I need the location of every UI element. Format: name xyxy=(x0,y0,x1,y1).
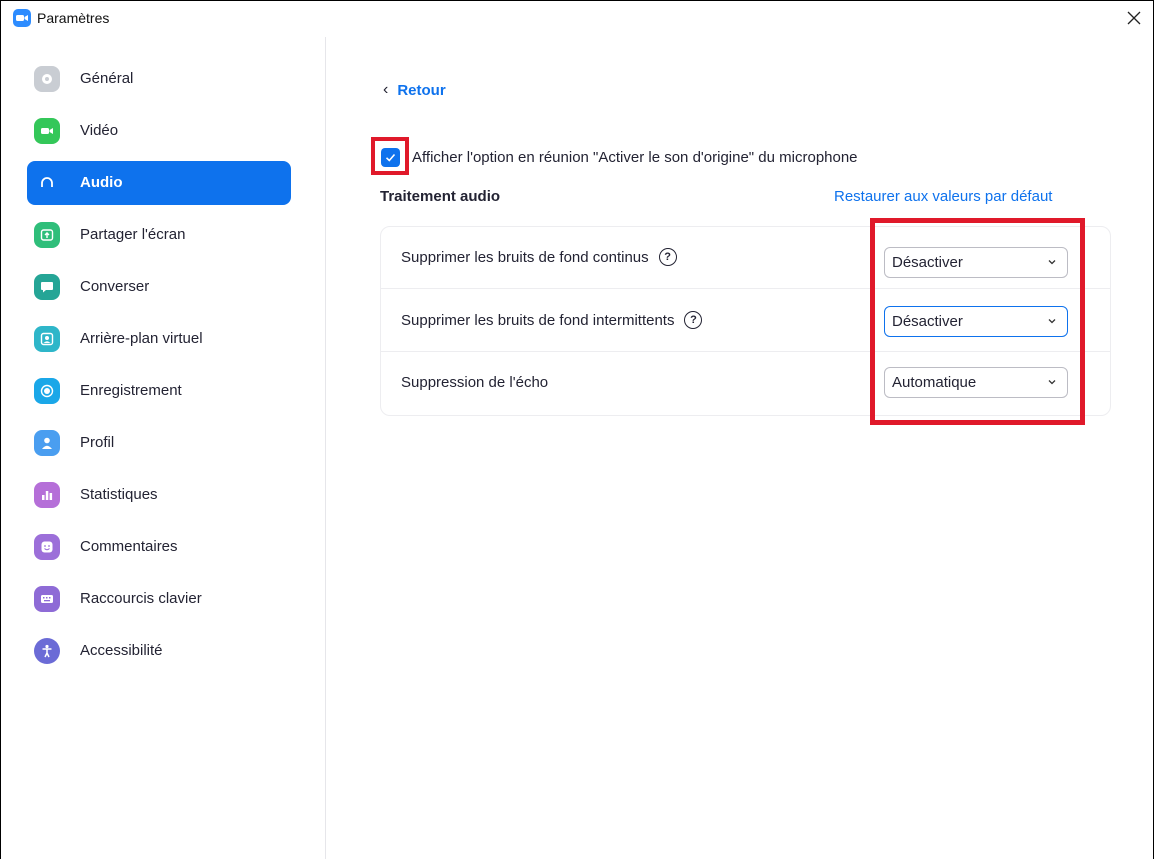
settings-sidebar: Général Vidéo Audio Partager l'écran Con xyxy=(2,37,326,859)
sidebar-item-label: Enregistrement xyxy=(80,382,182,399)
restore-defaults-link[interactable]: Restaurer aux valeurs par défaut xyxy=(834,188,1052,205)
sidebar-item-label: Arrière-plan virtuel xyxy=(80,330,203,347)
back-label: Retour xyxy=(397,81,446,99)
setting-label: Suppression de l'écho xyxy=(401,374,548,391)
sidebar-item-label: Accessibilité xyxy=(80,642,163,659)
sidebar-item-label: Général xyxy=(80,70,134,87)
close-button[interactable] xyxy=(1123,7,1145,29)
original-sound-checkbox-label: Afficher l'option en réunion "Activer le… xyxy=(412,149,858,166)
keyboard-icon xyxy=(34,586,60,612)
chat-icon xyxy=(34,274,60,300)
sidebar-item-share-screen[interactable]: Partager l'écran xyxy=(27,213,291,257)
virtual-background-icon xyxy=(34,326,60,352)
section-title: Traitement audio xyxy=(380,188,501,205)
sidebar-item-label: Commentaires xyxy=(80,538,178,555)
chevron-left-icon: ‹ xyxy=(383,81,389,98)
profile-icon xyxy=(34,430,60,456)
sidebar-item-label: Audio xyxy=(80,174,123,191)
sidebar-item-video[interactable]: Vidéo xyxy=(27,109,291,153)
help-icon[interactable]: ? xyxy=(684,311,703,329)
close-icon xyxy=(1127,11,1141,25)
window-title: Paramètres xyxy=(37,10,110,26)
sidebar-item-label: Raccourcis clavier xyxy=(80,590,202,607)
original-sound-checkbox[interactable] xyxy=(381,148,400,167)
headphones-icon xyxy=(34,170,60,196)
sidebar-item-keyboard-shortcuts[interactable]: Raccourcis clavier xyxy=(27,577,291,621)
checkmark-icon xyxy=(385,153,396,162)
accessibility-icon xyxy=(34,638,60,664)
sidebar-item-virtual-background[interactable]: Arrière-plan virtuel xyxy=(27,317,291,361)
sidebar-item-label: Profil xyxy=(80,434,115,451)
feedback-smile-icon xyxy=(34,534,60,560)
sidebar-item-general[interactable]: Général xyxy=(27,57,291,101)
setting-label-text: Supprimer les bruits de fond intermitten… xyxy=(401,311,675,329)
dropdowns-highlight-box xyxy=(870,218,1085,425)
sidebar-item-statistics[interactable]: Statistiques xyxy=(27,473,291,517)
sidebar-item-audio[interactable]: Audio xyxy=(27,161,291,205)
setting-label: Supprimer les bruits de fond continus ? xyxy=(401,248,677,266)
sidebar-item-accessibility[interactable]: Accessibilité xyxy=(27,629,291,673)
title-bar: Paramètres xyxy=(1,1,1153,37)
record-icon xyxy=(34,378,60,404)
settings-window: Paramètres Général Vidéo Audio Partager … xyxy=(0,0,1154,859)
sidebar-item-label: Converser xyxy=(80,278,150,295)
help-icon[interactable]: ? xyxy=(658,248,677,266)
sidebar-item-recording[interactable]: Enregistrement xyxy=(27,369,291,413)
back-link[interactable]: ‹ Retour xyxy=(383,81,446,99)
sidebar-item-label: Statistiques xyxy=(80,486,158,503)
sidebar-item-label: Partager l'écran xyxy=(80,226,186,243)
sidebar-item-label: Vidéo xyxy=(80,122,119,139)
sidebar-item-profile[interactable]: Profil xyxy=(27,421,291,465)
setting-label-text: Supprimer les bruits de fond continus xyxy=(401,248,649,266)
sidebar-item-chat[interactable]: Converser xyxy=(27,265,291,309)
setting-label-text: Suppression de l'écho xyxy=(401,374,549,391)
gear-icon xyxy=(34,66,60,92)
zoom-logo-icon xyxy=(13,9,31,27)
setting-label: Supprimer les bruits de fond intermitten… xyxy=(401,311,703,329)
statistics-icon xyxy=(34,482,60,508)
share-screen-icon xyxy=(34,222,60,248)
video-camera-icon xyxy=(34,118,60,144)
sidebar-item-feedback[interactable]: Commentaires xyxy=(27,525,291,569)
